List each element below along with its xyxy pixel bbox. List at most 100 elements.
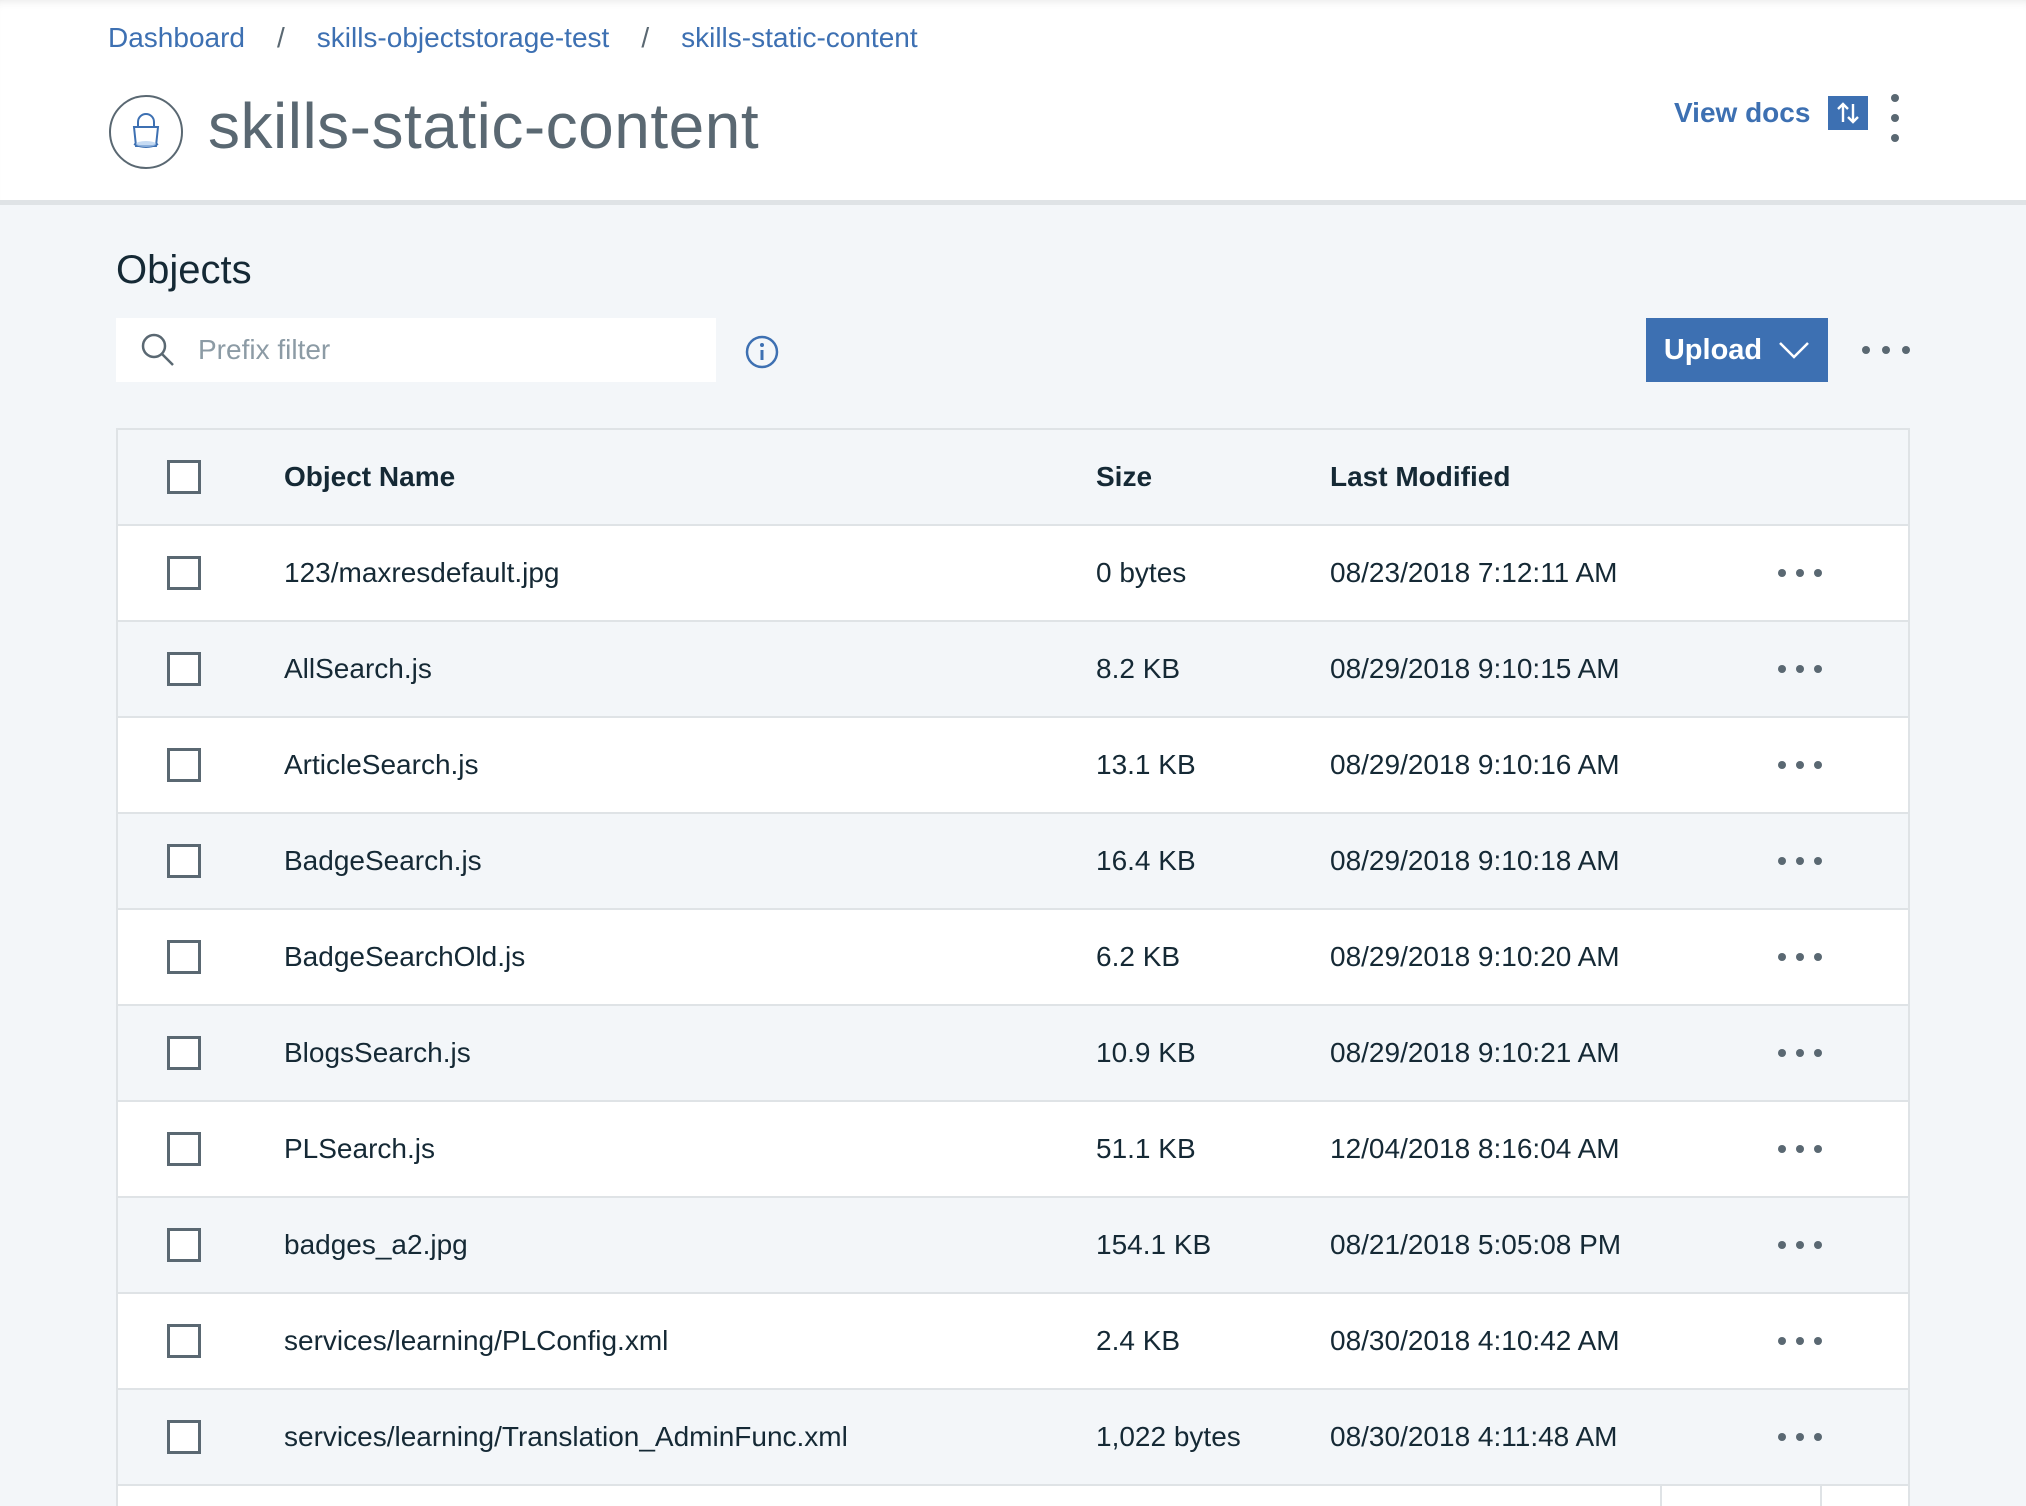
breadcrumb: Dashboard / skills-objectstorage-test / … (108, 22, 918, 54)
object-name[interactable]: ArticleSearch.js (284, 749, 479, 781)
overflow-dot (1778, 1337, 1786, 1345)
column-header-object-name[interactable]: Object Name (284, 461, 455, 493)
breadcrumb-link-dashboard[interactable]: Dashboard (108, 22, 245, 54)
table-row[interactable]: ArticleSearch.js 13.1 KB 08/29/2018 9:10… (118, 718, 1908, 814)
breadcrumb-separator: / (276, 22, 285, 53)
overflow-dot (1814, 569, 1822, 577)
row-checkbox[interactable] (167, 1324, 201, 1358)
page-title: skills-static-content (208, 90, 760, 162)
object-last-modified: 08/23/2018 7:12:11 AM (1330, 557, 1618, 588)
overflow-dot (1814, 665, 1822, 673)
view-docs-button[interactable]: View docs (1674, 96, 1869, 130)
overflow-dot (1814, 953, 1822, 961)
table-row[interactable]: services/learning/Translation_AdminFunc.… (118, 1390, 1908, 1486)
object-last-modified: 08/29/2018 9:10:16 AM (1330, 749, 1620, 780)
row-checkbox[interactable] (167, 1420, 201, 1454)
objects-section-title: Objects (116, 248, 252, 292)
row-overflow-icon[interactable] (1778, 659, 1822, 679)
overflow-dot (1778, 1241, 1786, 1249)
overflow-dot (1796, 665, 1804, 673)
object-name[interactable]: 123/maxresdefault.jpg (284, 557, 560, 589)
table-row[interactable]: AllSearch.js 8.2 KB 08/29/2018 9:10:15 A… (118, 622, 1908, 718)
table-row[interactable]: 123/maxresdefault.jpg 0 bytes 08/23/2018… (118, 526, 1908, 622)
table-row[interactable]: badges_a2.jpg 154.1 KB 08/21/2018 5:05:0… (118, 1198, 1908, 1294)
object-size: 1,022 bytes (1096, 1421, 1241, 1452)
overflow-dot (1778, 1049, 1786, 1057)
object-name[interactable]: BlogsSearch.js (284, 1037, 471, 1069)
row-overflow-icon[interactable] (1778, 1043, 1822, 1063)
page-header: Dashboard / skills-objectstorage-test / … (0, 0, 2026, 205)
row-overflow-icon[interactable] (1778, 1139, 1822, 1159)
upload-button[interactable]: Upload (1646, 318, 1828, 382)
prefix-filter-input[interactable] (196, 319, 700, 381)
overflow-dot (1902, 346, 1910, 354)
table-row[interactable]: PLSearch.js 51.1 KB 12/04/2018 8:16:04 A… (118, 1102, 1908, 1198)
object-last-modified: 08/30/2018 4:10:42 AM (1330, 1325, 1620, 1356)
overflow-dot (1814, 1433, 1822, 1441)
row-checkbox[interactable] (167, 1036, 201, 1070)
row-checkbox[interactable] (167, 1132, 201, 1166)
objects-table: Object Name Size Last Modified 123/maxre… (116, 428, 1910, 1506)
overflow-dot (1882, 346, 1890, 354)
overflow-dot (1814, 857, 1822, 865)
object-last-modified: 08/29/2018 9:10:18 AM (1330, 845, 1620, 876)
overflow-dot (1796, 857, 1804, 865)
overflow-dot (1796, 1337, 1804, 1345)
view-docs-label: View docs (1674, 97, 1811, 128)
row-checkbox[interactable] (167, 844, 201, 878)
table-header-row: Object Name Size Last Modified (118, 430, 1908, 526)
overflow-dot (1814, 1049, 1822, 1057)
overflow-dot (1814, 1145, 1822, 1153)
row-overflow-icon[interactable] (1778, 1427, 1822, 1447)
row-checkbox[interactable] (167, 1228, 201, 1262)
table-row[interactable]: BlogsSearch.js 10.9 KB 08/29/2018 9:10:2… (118, 1006, 1908, 1102)
overflow-horizontal-icon[interactable] (1862, 338, 1910, 362)
overflow-dot (1862, 346, 1870, 354)
row-checkbox[interactable] (167, 556, 201, 590)
breadcrumb-separator: / (641, 22, 650, 53)
row-checkbox[interactable] (167, 748, 201, 782)
overflow-dot (1814, 761, 1822, 769)
object-name[interactable]: badges_a2.jpg (284, 1229, 468, 1261)
object-size: 51.1 KB (1096, 1133, 1196, 1164)
table-row[interactable]: BadgeSearch.js 16.4 KB 08/29/2018 9:10:1… (118, 814, 1908, 910)
row-overflow-icon[interactable] (1778, 1331, 1822, 1351)
footer-divider (1820, 1486, 1822, 1506)
object-last-modified: 08/29/2018 9:10:21 AM (1330, 1037, 1620, 1068)
column-header-last-modified[interactable]: Last Modified (1330, 461, 1510, 493)
table-row[interactable]: BadgeSearchOld.js 6.2 KB 08/29/2018 9:10… (118, 910, 1908, 1006)
object-last-modified: 12/04/2018 8:16:04 AM (1330, 1133, 1620, 1164)
object-name[interactable]: BadgeSearch.js (284, 845, 482, 877)
object-name[interactable]: services/learning/Translation_AdminFunc.… (284, 1421, 848, 1453)
kebab-dot (1891, 94, 1899, 102)
overflow-dot (1778, 953, 1786, 961)
object-size: 0 bytes (1096, 557, 1187, 588)
breadcrumb-link-bucket[interactable]: skills-static-content (681, 22, 918, 54)
overflow-dot (1778, 857, 1786, 865)
upload-label: Upload (1663, 333, 1763, 366)
object-size: 10.9 KB (1096, 1037, 1196, 1068)
swap-vertical-icon (1828, 96, 1869, 130)
breadcrumb-link-service[interactable]: skills-objectstorage-test (317, 22, 610, 54)
overflow-dot (1796, 953, 1804, 961)
overflow-dot (1796, 1145, 1804, 1153)
row-overflow-icon[interactable] (1778, 947, 1822, 967)
object-name[interactable]: services/learning/PLConfig.xml (284, 1325, 668, 1357)
row-overflow-icon[interactable] (1778, 1235, 1822, 1255)
row-checkbox[interactable] (167, 940, 201, 974)
object-name[interactable]: AllSearch.js (284, 653, 432, 685)
row-overflow-icon[interactable] (1778, 563, 1822, 583)
object-name[interactable]: PLSearch.js (284, 1133, 435, 1165)
row-overflow-icon[interactable] (1778, 851, 1822, 871)
select-all-checkbox[interactable] (167, 460, 201, 494)
overflow-dot (1814, 1337, 1822, 1345)
overflow-dot (1796, 1241, 1804, 1249)
overflow-dot (1796, 1433, 1804, 1441)
table-row[interactable]: services/learning/PLConfig.xml 2.4 KB 08… (118, 1294, 1908, 1390)
row-overflow-icon[interactable] (1778, 755, 1822, 775)
row-checkbox[interactable] (167, 652, 201, 686)
object-name[interactable]: BadgeSearchOld.js (284, 941, 525, 973)
kebab-vertical-icon[interactable] (1880, 94, 1910, 142)
column-header-size[interactable]: Size (1096, 461, 1152, 493)
info-icon[interactable] (744, 334, 780, 370)
